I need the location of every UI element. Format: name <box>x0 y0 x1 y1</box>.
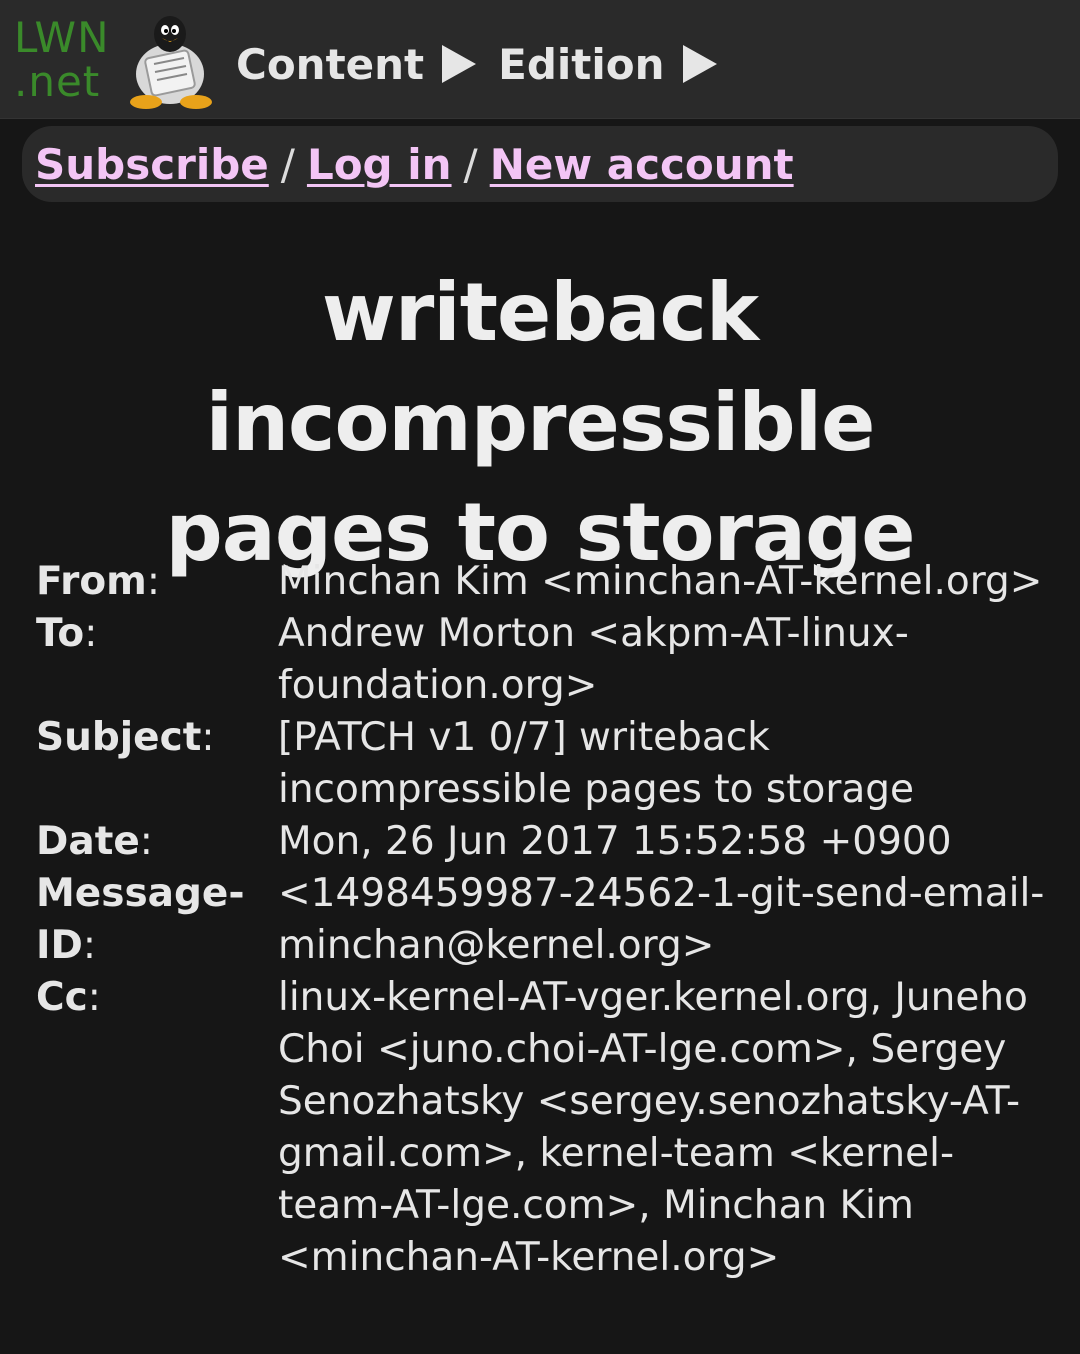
subscribe-link[interactable]: Subscribe <box>35 140 269 189</box>
nav-content[interactable]: Content <box>236 39 477 89</box>
header-row-from: From: Minchan Kim <minchan-AT-kernel.org… <box>36 556 1066 608</box>
header-row-date: Date: Mon, 26 Jun 2017 15:52:58 +0900 <box>36 816 1066 868</box>
separator: / <box>280 139 295 189</box>
header-key-subject: Subject <box>36 715 202 760</box>
main-nav: Content Edition <box>236 34 739 94</box>
header-value-from: Minchan Kim <minchan-AT-kernel.org> <box>278 559 1043 604</box>
header-key-date: Date <box>36 819 140 864</box>
page-title: writeback incompressible pages to storag… <box>0 258 1080 588</box>
logo-text-lwn: LWN <box>14 13 110 62</box>
lwn-logo[interactable]: LWN .net <box>10 8 212 112</box>
header-row-to: To: Andrew Morton <akpm-AT-linux-foundat… <box>36 608 1066 712</box>
nav-edition[interactable]: Edition <box>498 39 717 89</box>
page-title-line1: writeback incompressible <box>205 266 876 469</box>
logo-text-net: .net <box>14 57 101 106</box>
header-value-cc: linux-kernel-AT-vger.kernel.org, Juneho … <box>278 975 1028 1280</box>
header-row-cc: Cc: linux-kernel-AT-vger.kernel.org, Jun… <box>36 972 1066 1284</box>
header-row-message-id: Message-ID: <1498459987-24562-1-git-send… <box>36 868 1066 972</box>
login-link[interactable]: Log in <box>307 140 452 189</box>
new-account-link[interactable]: New account <box>490 140 794 189</box>
account-bar: Subscribe / Log in / New account <box>22 126 1058 202</box>
nav-edition-label: Edition <box>498 39 665 89</box>
email-headers: From: Minchan Kim <minchan-AT-kernel.org… <box>36 556 1066 1284</box>
header-value-date: Mon, 26 Jun 2017 15:52:58 +0900 <box>278 819 952 864</box>
triangle-right-icon <box>442 45 477 83</box>
header-key-message-id: Message-ID <box>36 871 245 968</box>
triangle-right-icon <box>682 45 717 83</box>
header-value-message-id: <1498459987-24562-1-git-send-email-minch… <box>278 871 1045 968</box>
header-key-cc: Cc <box>36 975 88 1020</box>
header-key-to: To <box>36 611 85 656</box>
header-value-to: Andrew Morton <akpm-AT-linux-foundation.… <box>278 611 909 708</box>
header-row-subject: Subject: [PATCH v1 0/7] writeback incomp… <box>36 712 1066 816</box>
tux-penguin-icon <box>130 16 212 109</box>
nav-content-label: Content <box>236 39 425 89</box>
separator: / <box>463 139 478 189</box>
top-bar: LWN .net Content Edition <box>0 0 1080 119</box>
header-key-from: From <box>36 559 147 604</box>
header-value-subject: [PATCH v1 0/7] writeback incompressible … <box>278 715 915 812</box>
